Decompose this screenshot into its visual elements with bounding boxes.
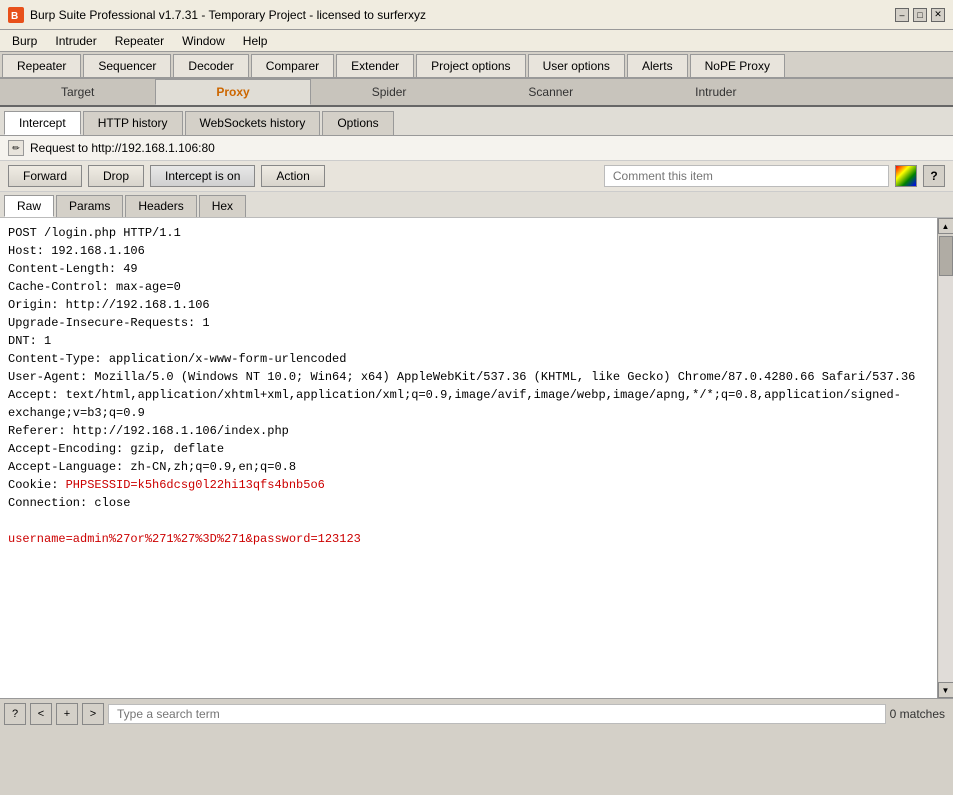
- subtab-intercept[interactable]: Intercept: [4, 111, 81, 135]
- title-bar: B Burp Suite Professional v1.7.31 - Temp…: [0, 0, 953, 30]
- subtab-options[interactable]: Options: [322, 111, 393, 135]
- next-button[interactable]: >: [82, 703, 104, 725]
- nav-intruder[interactable]: Intruder: [634, 79, 797, 105]
- http-line1: POST /login.php HTTP/1.1: [8, 226, 181, 240]
- tab-decoder[interactable]: Decoder: [173, 54, 248, 77]
- drop-button[interactable]: Drop: [88, 165, 144, 187]
- request-content[interactable]: POST /login.php HTTP/1.1 Host: 192.168.1…: [0, 218, 937, 698]
- edit-icon: ✏: [8, 140, 24, 156]
- cookie-value: PHPSESSID=k5h6dcsg0l22hi13qfs4bnb5o6: [66, 478, 325, 492]
- view-raw[interactable]: Raw: [4, 195, 54, 217]
- sub-tabs: Intercept HTTP history WebSockets histor…: [0, 107, 953, 136]
- menu-bar: Burp Intruder Repeater Window Help: [0, 30, 953, 52]
- tab-nope-proxy[interactable]: NoPE Proxy: [690, 54, 785, 77]
- intercept-on-button[interactable]: Intercept is on: [150, 165, 255, 187]
- search-input[interactable]: [108, 704, 886, 724]
- matches-count: 0 matches: [890, 707, 949, 721]
- tab-alerts[interactable]: Alerts: [627, 54, 688, 77]
- request-url: Request to http://192.168.1.106:80: [30, 141, 215, 155]
- nav-target[interactable]: Target: [0, 79, 155, 105]
- http-line6: Upgrade-Insecure-Requests: 1: [8, 316, 210, 330]
- tab-comparer[interactable]: Comparer: [251, 54, 334, 77]
- tab-user-options[interactable]: User options: [528, 54, 625, 77]
- comment-input[interactable]: [604, 165, 889, 187]
- menu-help[interactable]: Help: [235, 32, 276, 50]
- color-picker-button[interactable]: [895, 165, 917, 187]
- add-button[interactable]: +: [56, 703, 78, 725]
- content-area: POST /login.php HTTP/1.1 Host: 192.168.1…: [0, 218, 953, 698]
- http-line7: DNT: 1: [8, 334, 51, 348]
- tab-project-options[interactable]: Project options: [416, 54, 525, 77]
- http-line15: Connection: close: [8, 496, 130, 510]
- nav-scanner[interactable]: Scanner: [467, 79, 634, 105]
- scroll-up-arrow[interactable]: ▲: [938, 218, 953, 234]
- close-button[interactable]: ✕: [931, 8, 945, 22]
- scroll-down-arrow[interactable]: ▼: [938, 682, 953, 698]
- scroll-thumb[interactable]: [939, 236, 953, 276]
- menu-repeater[interactable]: Repeater: [107, 32, 172, 50]
- http-line4: Cache-Control: max-age=0: [8, 280, 181, 294]
- view-params[interactable]: Params: [56, 195, 123, 217]
- http-line9: User-Agent: Mozilla/5.0 (Windows NT 10.0…: [8, 370, 915, 384]
- http-line2: Host: 192.168.1.106: [8, 244, 145, 258]
- scrollbar[interactable]: ▲ ▼: [937, 218, 953, 698]
- cookie-line: Cookie: PHPSESSID=k5h6dcsg0l22hi13qfs4bn…: [8, 478, 325, 492]
- menu-burp[interactable]: Burp: [4, 32, 45, 50]
- tab-repeater[interactable]: Repeater: [2, 54, 81, 77]
- action-bar: Forward Drop Intercept is on Action ?: [0, 161, 953, 192]
- nav-tabs: Target Proxy Spider Scanner Intruder: [0, 79, 953, 107]
- minimize-button[interactable]: –: [895, 8, 909, 22]
- nav-proxy[interactable]: Proxy: [155, 79, 310, 105]
- scroll-track: [939, 276, 953, 682]
- http-line10: Accept: text/html,application/xhtml+xml,…: [8, 388, 901, 420]
- burp-logo-icon: B: [8, 7, 24, 23]
- help-status-button[interactable]: ?: [4, 703, 26, 725]
- http-line8: Content-Type: application/x-www-form-url…: [8, 352, 346, 366]
- menu-intruder[interactable]: Intruder: [47, 32, 104, 50]
- menu-window[interactable]: Window: [174, 32, 233, 50]
- http-line5: Origin: http://192.168.1.106: [8, 298, 210, 312]
- maximize-button[interactable]: □: [913, 8, 927, 22]
- nav-spider[interactable]: Spider: [311, 79, 468, 105]
- tab-extender[interactable]: Extender: [336, 54, 414, 77]
- subtab-websockets-history[interactable]: WebSockets history: [185, 111, 321, 135]
- view-tabs: Raw Params Headers Hex: [0, 192, 953, 218]
- view-hex[interactable]: Hex: [199, 195, 246, 217]
- view-headers[interactable]: Headers: [125, 195, 196, 217]
- svg-text:B: B: [11, 11, 18, 22]
- status-bar: ? < + > 0 matches: [0, 698, 953, 728]
- action-button[interactable]: Action: [261, 165, 324, 187]
- title-bar-title: Burp Suite Professional v1.7.31 - Tempor…: [30, 8, 426, 22]
- tab-sequencer[interactable]: Sequencer: [83, 54, 171, 77]
- forward-button[interactable]: Forward: [8, 165, 82, 187]
- cookie-label: Cookie:: [8, 478, 66, 492]
- http-line3: Content-Length: 49: [8, 262, 138, 276]
- http-line12: Accept-Encoding: gzip, deflate: [8, 442, 224, 456]
- help-button[interactable]: ?: [923, 165, 945, 187]
- request-bar: ✏ Request to http://192.168.1.106:80: [0, 136, 953, 161]
- tool-tabs: Repeater Sequencer Decoder Comparer Exte…: [0, 52, 953, 79]
- prev-button[interactable]: <: [30, 703, 52, 725]
- title-bar-controls[interactable]: – □ ✕: [895, 8, 945, 22]
- title-bar-left: B Burp Suite Professional v1.7.31 - Temp…: [8, 7, 426, 23]
- subtab-http-history[interactable]: HTTP history: [83, 111, 183, 135]
- payload-value: username=admin%27or%271%27%3D%271&passwo…: [8, 532, 361, 546]
- http-line13: Accept-Language: zh-CN,zh;q=0.9,en;q=0.8: [8, 460, 296, 474]
- http-line11: Referer: http://192.168.1.106/index.php: [8, 424, 289, 438]
